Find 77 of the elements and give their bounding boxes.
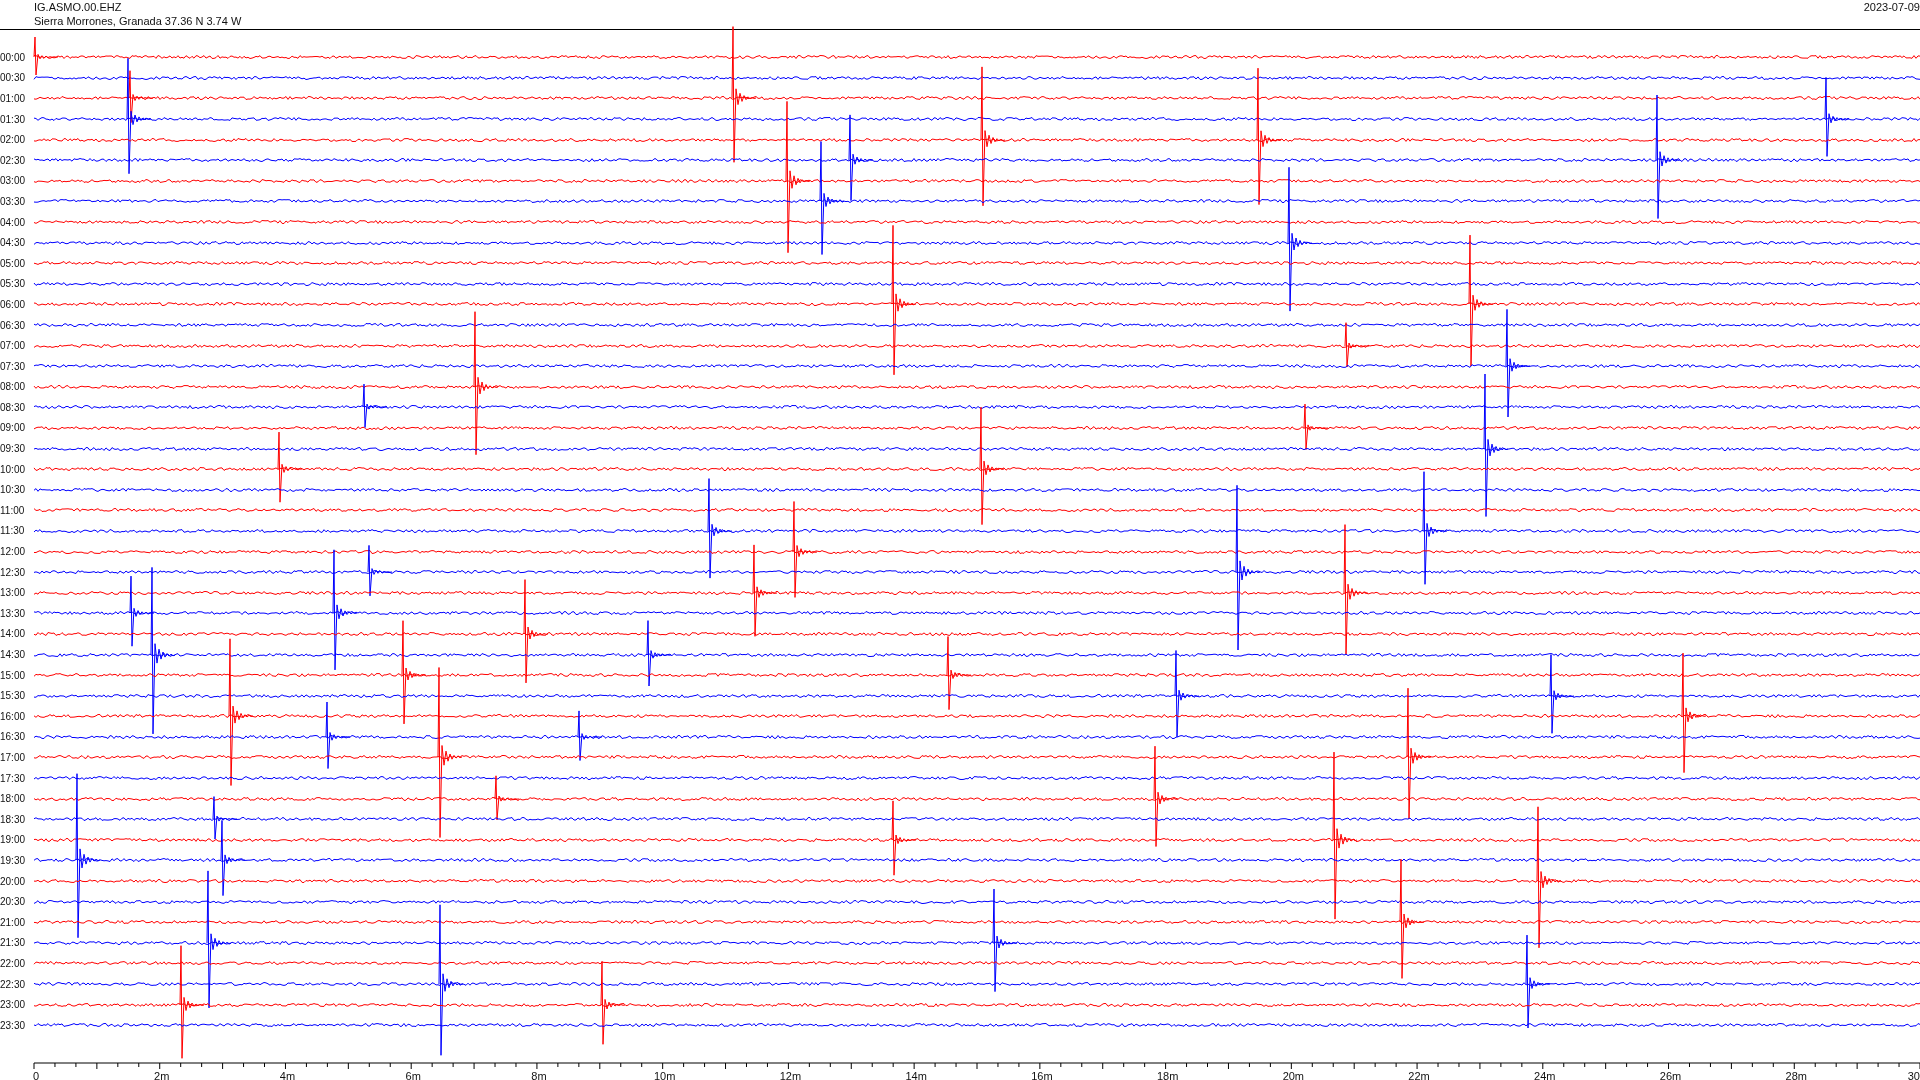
axis-tick-label: 24m [1534, 1069, 1556, 1080]
seismic-spike [1344, 321, 1370, 368]
seismic-spike [577, 710, 603, 761]
seismic-spike [277, 431, 303, 503]
time-label: 12:00 [0, 546, 27, 558]
time-label: 07:30 [0, 360, 27, 372]
axis-tick-label: 10m [653, 1069, 676, 1080]
time-label: 05:30 [0, 278, 27, 290]
time-label: 09:30 [0, 443, 27, 455]
time-label: 16:00 [0, 710, 27, 722]
time-label: 02:00 [0, 134, 27, 146]
axis-tick-label: 6m [405, 1069, 421, 1080]
time-label: 04:30 [0, 237, 27, 249]
time-label: 14:30 [0, 649, 27, 660]
axis-tick-label: 12m [779, 1069, 802, 1080]
seismic-spike [367, 545, 393, 597]
axis-tick-label: 26m [1659, 1069, 1682, 1080]
time-label: 07:00 [0, 340, 27, 352]
time-label: 01:30 [0, 113, 27, 125]
axis-tick-label: 16m [1031, 1069, 1053, 1080]
axis-tick-label: 8m [531, 1069, 547, 1080]
time-label: 16:30 [0, 731, 27, 743]
time-label: 05:00 [0, 257, 27, 269]
time-label: 21:00 [0, 916, 27, 928]
time-label: 19:30 [0, 854, 27, 866]
time-label: 19:00 [0, 834, 27, 846]
time-label: 15:00 [0, 669, 27, 681]
time-label: 14:00 [0, 628, 27, 640]
time-label: 23:30 [0, 1019, 27, 1031]
time-label: 06:30 [0, 319, 27, 331]
time-label: 00:00 [0, 51, 27, 63]
time-label: 21:30 [0, 937, 27, 949]
time-label: 18:00 [0, 793, 27, 805]
axis-tick-label: 18m [1156, 1069, 1179, 1080]
time-label: 20:00 [0, 875, 27, 887]
date-label: 2023-07-09 [1863, 0, 1920, 15]
station-code: IG.ASMO.00.EHZ [34, 0, 123, 14]
time-label: 11:00 [0, 504, 26, 516]
time-label: 23:00 [0, 999, 27, 1011]
time-label: 09:00 [0, 422, 27, 434]
seismic-spike [646, 619, 672, 686]
seismic-spike [33, 36, 59, 76]
station-location: Sierra Morrones, Granada 37.36 N 3.74 W [34, 14, 242, 28]
axis-tick-label: 2m [154, 1069, 170, 1080]
seismic-spike [1303, 403, 1329, 450]
time-label: 03:30 [0, 195, 27, 207]
time-label: 02:30 [0, 154, 27, 166]
time-label: 08:00 [0, 381, 27, 393]
time-label: 20:30 [0, 896, 27, 908]
seismic-spike [362, 384, 388, 429]
axis-tick-label: 28m [1785, 1069, 1807, 1080]
time-label: 01:00 [0, 93, 27, 104]
time-label: 04:00 [0, 216, 27, 228]
axis-tick-label: 20m [1282, 1069, 1305, 1080]
axis-tick-label: 4m [279, 1069, 296, 1080]
axis-tick-label: 30 [1907, 1069, 1920, 1080]
time-label: 10:00 [0, 463, 27, 475]
seismic-spike [494, 774, 520, 821]
time-label: 17:00 [0, 752, 27, 763]
axis-tick-label: 22m [1408, 1069, 1430, 1080]
time-label: 08:30 [0, 401, 27, 413]
axis-tick-label: 14m [905, 1069, 927, 1080]
time-label: 22:00 [0, 957, 27, 969]
time-label: 03:00 [0, 175, 27, 187]
time-label: 22:30 [0, 978, 27, 990]
time-label: 13:30 [0, 607, 27, 619]
time-label: 11:30 [0, 525, 26, 537]
time-label: 15:30 [0, 690, 27, 702]
time-label: 18:30 [0, 813, 27, 825]
seismic-spike [325, 701, 351, 769]
time-label: 10:30 [0, 484, 27, 496]
time-label: 17:30 [0, 772, 27, 784]
time-label: 06:00 [0, 298, 27, 310]
time-label: 00:30 [0, 72, 27, 84]
time-label: 12:30 [0, 566, 27, 578]
axis-tick-label: 0 [32, 1069, 40, 1080]
time-label: 13:00 [0, 587, 27, 599]
